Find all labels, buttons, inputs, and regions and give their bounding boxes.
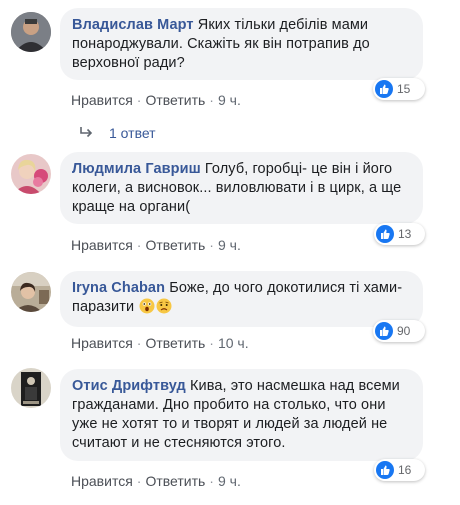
comment-time[interactable]: 9 ч. (218, 473, 241, 489)
like-link[interactable]: Нравится (71, 237, 133, 253)
separator: · (136, 92, 142, 108)
reaction-count[interactable]: 13 (374, 223, 425, 245)
comment-actions: Нравится · Ответить · 9 ч. (71, 473, 241, 489)
like-link[interactable]: Нравится (71, 473, 133, 489)
comment-author[interactable]: Iryna Chaban (72, 280, 165, 296)
reaction-count-value: 13 (398, 227, 412, 241)
separator: · (209, 92, 214, 108)
thumbs-up-icon (376, 461, 394, 479)
avatar[interactable] (11, 368, 51, 408)
separator: · (136, 473, 142, 489)
reaction-count-value: 15 (397, 82, 411, 96)
thumbs-up-icon (375, 80, 393, 98)
replies-count[interactable]: 1 ответ (109, 125, 156, 141)
avatar[interactable] (11, 154, 51, 194)
comment-bubble: Iryna Chaban Боже, до чого докотилися ті… (60, 271, 423, 327)
like-link[interactable]: Нравится (71, 335, 133, 351)
separator: · (136, 335, 142, 351)
astonished-emoji-icon (139, 298, 155, 314)
comment-bubble: Владислав Март Яких тільки дебілів мами … (60, 8, 423, 80)
view-replies-link[interactable]: 1 ответ (79, 125, 156, 141)
reply-link[interactable]: Ответить (145, 473, 205, 489)
comment-actions: Нравится · Ответить · 10 ч. (71, 335, 249, 351)
thumbs-up-icon (375, 322, 393, 340)
comment-actions: Нравится · Ответить · 9 ч. (71, 237, 241, 253)
worried-emoji-icon (156, 298, 172, 314)
reply-link[interactable]: Ответить (145, 335, 205, 351)
comment-bubble: Людмила Гавриш Голуб, горобці- це він і … (60, 152, 423, 224)
reply-link[interactable]: Ответить (145, 92, 205, 108)
comment-time[interactable]: 9 ч. (218, 237, 241, 253)
reply-link[interactable]: Ответить (145, 237, 205, 253)
like-link[interactable]: Нравится (71, 92, 133, 108)
thumbs-up-icon (376, 225, 394, 243)
reaction-count[interactable]: 16 (374, 459, 425, 481)
comment-time[interactable]: 10 ч. (218, 335, 249, 351)
comment-author[interactable]: Людмила Гавриш (72, 161, 201, 177)
comment-bubble: Отис Дрифтвуд Кива, это насмешка над все… (60, 369, 423, 461)
avatar[interactable] (11, 272, 51, 312)
comment-author[interactable]: Владислав Март (72, 17, 194, 33)
reply-arrow-icon (79, 126, 95, 140)
reaction-count-value: 90 (397, 324, 411, 338)
reaction-count[interactable]: 90 (373, 320, 425, 342)
reaction-count-value: 16 (398, 463, 412, 477)
separator: · (136, 237, 142, 253)
reaction-count[interactable]: 15 (373, 78, 425, 100)
comment-time[interactable]: 9 ч. (218, 92, 241, 108)
comment-author[interactable]: Отис Дрифтвуд (72, 378, 186, 394)
separator: · (209, 237, 214, 253)
avatar[interactable] (11, 12, 51, 52)
comment-actions: Нравится · Ответить · 9 ч. (71, 92, 241, 108)
separator: · (209, 335, 214, 351)
separator: · (209, 473, 214, 489)
